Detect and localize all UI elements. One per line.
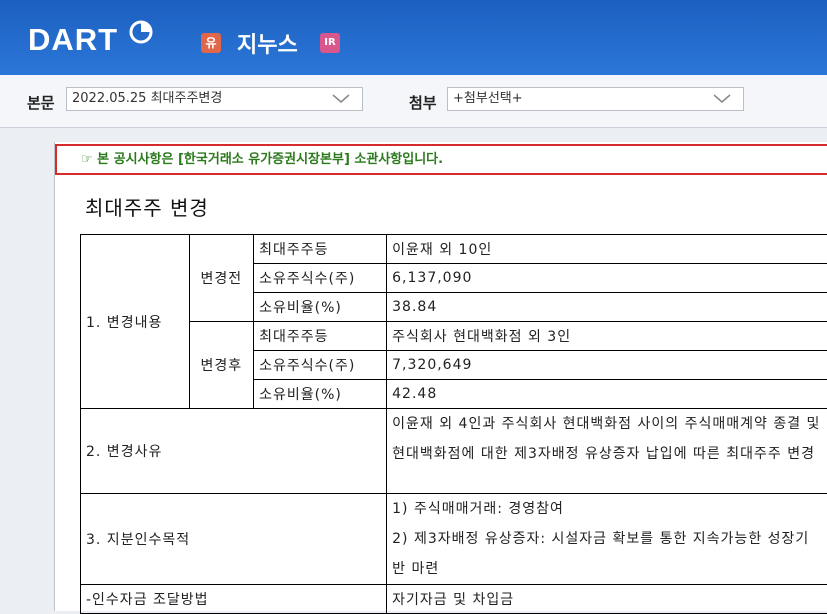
disclosure-table: 1. 변경내용 변경전 최대주주등 이윤재 외 10인 소유주식수(주) 6,1… [80, 234, 827, 614]
row-label: 소유비율(%) [254, 380, 387, 409]
attachment-select-value: +첨부선택+ [453, 91, 523, 106]
table-row: 변경후 최대주주등 주식회사 현대백화점 외 3인 [81, 322, 827, 351]
dart-logo[interactable]: DART [28, 22, 118, 58]
change-reason-value: 이윤재 외 4인과 주식회사 현대백화점 사이의 주식매매계약 종결 및 현대백… [387, 409, 827, 494]
row-label: 최대주주등 [254, 322, 387, 351]
section-change-details: 1. 변경내용 [81, 235, 190, 409]
after-ratio-value: 42.48 [387, 380, 827, 409]
document-viewer[interactable]: ☞ 본 공시사항은 [한국거래소 유가증권시장본부] 소관사항입니다. 최대주주… [54, 142, 827, 611]
main-doc-select[interactable]: 2022.05.25 최대주주변경 [66, 87, 363, 111]
attachment-select[interactable]: +첨부선택+ [447, 87, 744, 111]
main-doc-label: 본문 [27, 92, 55, 113]
purpose-line: 1) 주식매매거래: 경영참여 [392, 494, 822, 524]
attachment-label: 첨부 [409, 92, 437, 113]
row-label: 소유비율(%) [254, 293, 387, 322]
before-holder-value: 이윤재 외 10인 [387, 235, 827, 264]
ir-badge[interactable]: IR [320, 33, 340, 53]
before-ratio-value: 38.84 [387, 293, 827, 322]
after-shares-value: 7,320,649 [387, 351, 827, 380]
before-label: 변경전 [189, 235, 254, 322]
row-label: 최대주주등 [254, 235, 387, 264]
document-title: 최대주주 변경 [85, 192, 209, 221]
table-row: 3. 지분인수목적 1) 주식매매거래: 경영참여2) 제3자배정 유상증자: … [81, 494, 827, 585]
section-funding-method: -인수자금 조달방법 [81, 585, 387, 614]
company-name[interactable]: 지누스 [237, 27, 298, 59]
market-badge: 유 [201, 33, 221, 53]
row-label: 소유주식수(주) [254, 351, 387, 380]
after-holder-value: 주식회사 현대백화점 외 3인 [387, 322, 827, 351]
chevron-down-icon [713, 94, 731, 104]
section-change-reason: 2. 변경사유 [81, 409, 387, 494]
table-row: -인수자금 조달방법 자기자금 및 차입금 [81, 585, 827, 614]
table-row: 2. 변경사유 이윤재 외 4인과 주식회사 현대백화점 사이의 주식매매계약 … [81, 409, 827, 494]
before-shares-value: 6,137,090 [387, 264, 827, 293]
purpose-line: 2) 제3자배정 유상증자: 시설자금 확보를 통한 지속가능한 성장기반 마련 [392, 524, 822, 584]
row-label: 소유주식수(주) [254, 264, 387, 293]
toolbar: 본문 2022.05.25 최대주주변경 첨부 +첨부선택+ [0, 75, 827, 128]
funding-method-value: 자기자금 및 차입금 [387, 585, 827, 614]
table-row: 1. 변경내용 변경전 최대주주등 이윤재 외 10인 [81, 235, 827, 264]
notice-banner: ☞ 본 공시사항은 [한국거래소 유가증권시장본부] 소관사항입니다. [55, 144, 827, 175]
globe-icon [129, 20, 153, 44]
after-label: 변경후 [189, 322, 254, 409]
chevron-down-icon [332, 94, 350, 104]
acquisition-purpose-value: 1) 주식매매거래: 경영참여2) 제3자배정 유상증자: 시설자금 확보를 통… [387, 494, 827, 585]
header: DART 유 지누스 IR [0, 0, 827, 75]
main-doc-select-value: 2022.05.25 최대주주변경 [72, 91, 222, 106]
section-acquisition-purpose: 3. 지분인수목적 [81, 494, 387, 585]
